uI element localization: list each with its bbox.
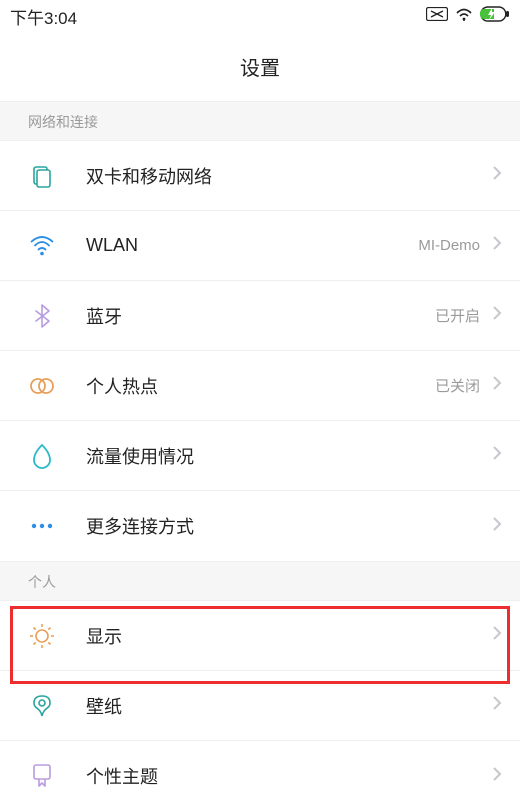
item-label: 蓝牙	[86, 303, 435, 329]
bluetooth-icon	[28, 302, 56, 330]
item-theme[interactable]: 个性主题	[0, 741, 520, 811]
chevron-right-icon	[492, 625, 502, 646]
page-title: 设置	[0, 28, 520, 101]
chevron-right-icon	[492, 445, 502, 466]
settings-list-network: 双卡和移动网络 WLAN MI-Demo 蓝牙 已开启 个人热点 已关闭	[0, 141, 520, 561]
item-more[interactable]: 更多连接方式	[0, 491, 520, 561]
item-label: 个人热点	[86, 373, 435, 399]
item-bluetooth[interactable]: 蓝牙 已开启	[0, 281, 520, 351]
status-time: 下午3:04	[10, 4, 77, 29]
item-label: WLAN	[86, 235, 418, 256]
item-label: 双卡和移动网络	[86, 163, 492, 189]
item-value: 已关闭	[435, 375, 480, 396]
item-value: MI-Demo	[418, 237, 480, 254]
item-label: 个性主题	[86, 763, 492, 789]
wallpaper-icon	[28, 692, 56, 720]
datausage-icon	[28, 442, 56, 470]
sim-icon	[28, 162, 56, 190]
battery-icon	[480, 6, 510, 27]
keyboard-icon	[426, 6, 448, 26]
item-display[interactable]: 显示	[0, 601, 520, 671]
item-label: 更多连接方式	[86, 513, 492, 539]
theme-icon	[28, 762, 56, 790]
chevron-right-icon	[492, 305, 502, 326]
chevron-right-icon	[492, 375, 502, 396]
chevron-right-icon	[492, 235, 502, 256]
chevron-right-icon	[492, 516, 502, 537]
item-datausage[interactable]: 流量使用情况	[0, 421, 520, 491]
wifi-icon	[28, 232, 56, 260]
item-sim[interactable]: 双卡和移动网络	[0, 141, 520, 211]
item-label: 壁纸	[86, 693, 492, 719]
item-wallpaper[interactable]: 壁纸	[0, 671, 520, 741]
item-label: 显示	[86, 623, 492, 649]
section-header-network: 网络和连接	[0, 101, 520, 141]
status-bar: 下午3:04	[0, 0, 520, 28]
hotspot-icon	[28, 372, 56, 400]
more-icon	[28, 512, 56, 540]
chevron-right-icon	[492, 766, 502, 787]
settings-list-personal: 显示 壁纸 个性主题	[0, 601, 520, 811]
item-value: 已开启	[435, 305, 480, 326]
display-icon	[28, 622, 56, 650]
status-icons	[426, 6, 510, 27]
item-wlan[interactable]: WLAN MI-Demo	[0, 211, 520, 281]
item-hotspot[interactable]: 个人热点 已关闭	[0, 351, 520, 421]
chevron-right-icon	[492, 165, 502, 186]
wifi-status-icon	[454, 6, 474, 27]
item-label: 流量使用情况	[86, 443, 492, 469]
chevron-right-icon	[492, 695, 502, 716]
section-header-personal: 个人	[0, 561, 520, 601]
